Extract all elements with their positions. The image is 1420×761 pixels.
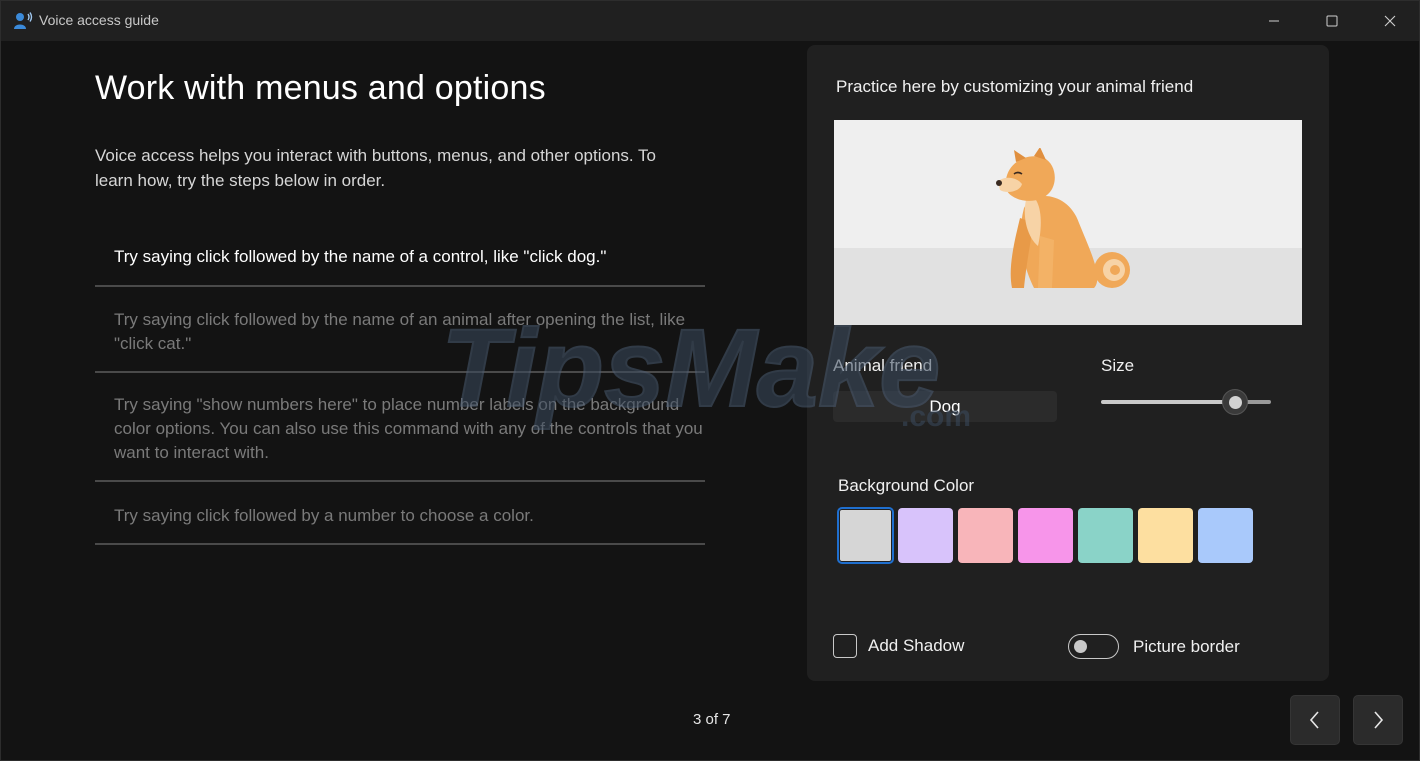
maximize-button[interactable]	[1303, 1, 1361, 41]
color-swatch-3[interactable]	[958, 508, 1013, 563]
chevron-left-icon	[1309, 711, 1319, 729]
dog-illustration	[996, 148, 1130, 288]
next-button[interactable]	[1353, 695, 1403, 745]
animal-friend-value: Dog	[929, 396, 961, 416]
practice-heading: Practice here by customizing your animal…	[836, 77, 1194, 96]
close-icon	[1384, 15, 1396, 27]
color-swatch-2[interactable]	[898, 508, 953, 563]
title-bar: Voice access guide	[1, 1, 1419, 41]
animal-preview	[834, 120, 1302, 325]
color-swatch-5[interactable]	[1078, 508, 1133, 563]
slider-thumb[interactable]	[1222, 389, 1248, 415]
steps-list: Try saying click followed by the name of…	[95, 225, 705, 545]
previous-button[interactable]	[1290, 695, 1340, 745]
step-item-2: Try saying click followed by the name of…	[95, 287, 705, 373]
close-button[interactable]	[1361, 1, 1419, 41]
step-item-4: Try saying click followed by a number to…	[95, 482, 705, 545]
slider-track-filled	[1101, 400, 1233, 404]
minimize-button[interactable]	[1245, 1, 1303, 41]
page-title: Work with menus and options	[95, 69, 546, 107]
color-swatch-4[interactable]	[1018, 508, 1073, 563]
animal-friend-dropdown[interactable]: Dog	[833, 391, 1057, 422]
add-shadow-option[interactable]: Add Shadow	[833, 634, 964, 658]
color-swatch-1[interactable]	[837, 507, 894, 564]
picture-border-label: Picture border	[1133, 636, 1240, 656]
voice-access-app-icon	[13, 11, 33, 31]
minimize-icon	[1269, 20, 1279, 22]
background-color-label: Background Color	[838, 476, 975, 495]
maximize-icon	[1326, 15, 1338, 27]
step-item-1: Try saying click followed by the name of…	[95, 225, 705, 287]
color-swatch-7[interactable]	[1198, 508, 1253, 563]
window-title: Voice access guide	[39, 12, 159, 28]
intro-text: Voice access helps you interact with but…	[95, 146, 657, 190]
voice-access-guide-window: Voice access guide Work with menus and o…	[0, 0, 1420, 761]
add-shadow-checkbox[interactable]	[833, 634, 857, 658]
animal-friend-label: Animal friend	[833, 356, 933, 375]
chevron-right-icon	[1374, 711, 1384, 729]
size-label: Size	[1101, 356, 1135, 375]
page-indicator: 3 of 7	[693, 711, 731, 728]
background-color-swatches	[837, 507, 1253, 564]
add-shadow-label: Add Shadow	[868, 636, 965, 655]
picture-border-toggle[interactable]	[1068, 634, 1119, 659]
practice-panel: Practice here by customizing your animal…	[807, 45, 1329, 681]
picture-border-option[interactable]: Picture border	[1068, 634, 1240, 659]
color-swatch-6[interactable]	[1138, 508, 1193, 563]
size-slider[interactable]	[1101, 389, 1271, 415]
step-item-3: Try saying "show numbers here" to place …	[95, 373, 705, 482]
